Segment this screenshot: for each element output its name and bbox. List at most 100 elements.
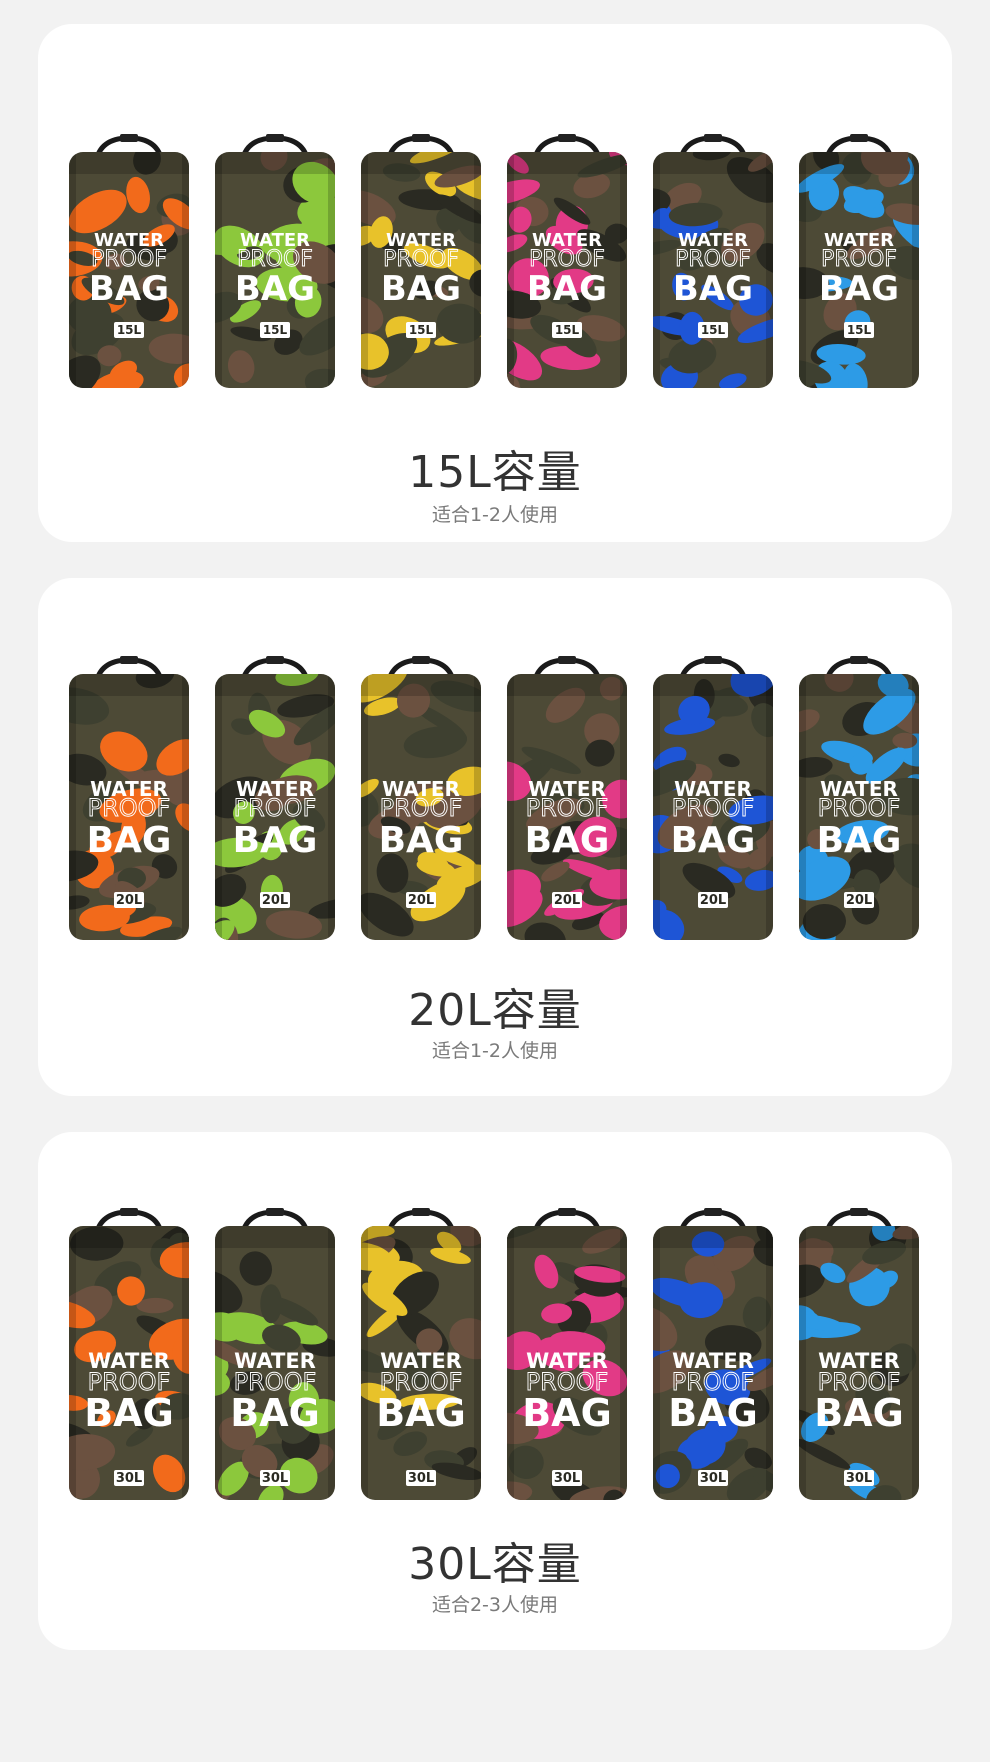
dry-bag-yellow: WATER PROOF BAG 30L xyxy=(358,1208,484,1508)
bag-text-bag: BAG xyxy=(814,1391,904,1435)
dry-bag-image: WATERPROOFBAG15L xyxy=(69,134,189,388)
buckle-icon xyxy=(266,134,284,142)
bag-size-label: 30L xyxy=(408,1471,434,1486)
bag-text-bag: BAG xyxy=(235,269,315,309)
bag-text-bag: BAG xyxy=(527,269,607,309)
capacity-card-15l: WATER PROOF BAG 15L WATER PROOF BAG 15L WATER PRO… xyxy=(38,24,952,542)
dry-bag-orange: WATER PROOF BAG 30L xyxy=(66,1208,192,1508)
bag-text-bag: BAG xyxy=(87,820,172,861)
buckle-icon xyxy=(120,656,138,664)
dry-bag-image: WATERPROOFBAG15L xyxy=(653,134,773,388)
buckle-icon xyxy=(704,656,722,664)
dry-bag-image: WATERPROOFBAG20L xyxy=(215,656,335,940)
dry-bag-image: WATERPROOFBAG20L xyxy=(799,656,919,940)
dry-bag-image: WATERPROOFBAG30L xyxy=(799,1208,919,1500)
capacity-card-30l: WATER PROOF BAG 30L WATER PROOF BAG 30L WATER PRO… xyxy=(38,1132,952,1650)
bag-text-bag: BAG xyxy=(381,269,461,309)
bag-size-label: 15L xyxy=(117,323,142,337)
bag-text-bag: BAG xyxy=(233,820,318,861)
dry-bag-image: WATERPROOFBAG15L xyxy=(215,134,335,388)
dry-bag-image: WATERPROOFBAG20L xyxy=(69,656,189,940)
bag-size-label: 20L xyxy=(408,893,434,908)
dry-bag-image: WATERPROOFBAG15L xyxy=(361,134,481,388)
dry-bag-image: WATERPROOFBAG15L xyxy=(507,134,627,388)
buckle-icon xyxy=(412,134,430,142)
capacity-subtitle: 适合1-2人使用 xyxy=(431,504,559,526)
bag-text-proof: PROOF xyxy=(672,794,755,822)
bag-size-label: 30L xyxy=(116,1471,142,1486)
capacity-title: 15L容量 xyxy=(408,447,582,498)
buckle-icon xyxy=(850,656,868,664)
bag-text-proof: PROOF xyxy=(234,794,317,822)
bag-size-label: 15L xyxy=(555,323,580,337)
dry-bag-green: WATER PROOF BAG 20L xyxy=(212,656,338,948)
capacity-subtitle: 适合2-3人使用 xyxy=(431,1594,559,1616)
bag-row: WATER PROOF BAG 30L WATER PROOF BAG 30L WATER PRO… xyxy=(66,1132,924,1512)
bag-size-label: 15L xyxy=(701,323,726,337)
bag-text-bag: BAG xyxy=(376,1391,466,1435)
bag-text-bag: BAG xyxy=(819,269,899,309)
dry-bag-orange: WATER PROOF BAG 15L xyxy=(66,134,192,396)
bag-text-bag: BAG xyxy=(817,820,902,861)
dry-bag-blue: WATER PROOF BAG 20L xyxy=(650,656,776,948)
buckle-icon xyxy=(704,134,722,142)
bag-text-bag: BAG xyxy=(230,1391,320,1435)
dry-bag-sky-blue: WATER PROOF BAG 15L xyxy=(796,134,922,396)
dry-bag-yellow: WATER PROOF BAG 15L xyxy=(358,134,484,396)
dry-bag-image: WATERPROOFBAG30L xyxy=(653,1208,773,1500)
dry-bag-pink: WATER PROOF BAG 30L xyxy=(504,1208,630,1508)
bag-size-label: 20L xyxy=(554,893,580,908)
buckle-icon xyxy=(412,1208,430,1216)
bag-text-proof: PROOF xyxy=(526,794,609,822)
dry-bag-blue: WATER PROOF BAG 30L xyxy=(650,1208,776,1508)
dry-bag-image: WATERPROOFBAG15L xyxy=(799,134,919,388)
buckle-icon xyxy=(558,1208,576,1216)
dry-bag-green: WATER PROOF BAG 15L xyxy=(212,134,338,396)
bag-size-label: 30L xyxy=(846,1471,872,1486)
bag-text-proof: PROOF xyxy=(818,794,901,822)
bag-text-bag: BAG xyxy=(522,1391,612,1435)
dry-bag-image: WATERPROOFBAG30L xyxy=(361,1208,481,1500)
dry-bag-pink: WATER PROOF BAG 15L xyxy=(504,134,630,396)
dry-bag-orange: WATER PROOF BAG 20L xyxy=(66,656,192,948)
bag-text-bag: BAG xyxy=(668,1391,758,1435)
dry-bag-sky-blue: WATER PROOF BAG 30L xyxy=(796,1208,922,1508)
buckle-icon xyxy=(558,134,576,142)
bag-text-bag: BAG xyxy=(84,1391,174,1435)
dry-bag-sky-blue: WATER PROOF BAG 20L xyxy=(796,656,922,948)
buckle-icon xyxy=(704,1208,722,1216)
dry-bag-image: WATERPROOFBAG20L xyxy=(507,656,627,940)
bag-text-proof: PROOF xyxy=(380,794,463,822)
bag-text-bag: BAG xyxy=(671,820,756,861)
dry-bag-yellow: WATER PROOF BAG 20L xyxy=(358,656,484,948)
bag-size-label: 20L xyxy=(846,893,872,908)
bag-text-bag: BAG xyxy=(89,269,169,309)
capacity-title: 20L容量 xyxy=(408,985,582,1036)
bag-size-label: 15L xyxy=(847,323,872,337)
dry-bag-pink: WATER PROOF BAG 20L xyxy=(504,656,630,948)
dry-bag-green: WATER PROOF BAG 30L xyxy=(212,1208,338,1508)
buckle-icon xyxy=(120,1208,138,1216)
buckle-icon xyxy=(412,656,430,664)
buckle-icon xyxy=(120,134,138,142)
bag-size-label: 20L xyxy=(700,893,726,908)
bag-size-label: 15L xyxy=(263,323,288,337)
buckle-icon xyxy=(266,656,284,664)
dry-bag-blue: WATER PROOF BAG 15L xyxy=(650,134,776,396)
bag-row: WATER PROOF BAG 15L WATER PROOF BAG 15L WATER PRO… xyxy=(66,24,924,404)
capacity-card-20l: WATER PROOF BAG 20L WATER PROOF BAG 20L WATER PRO… xyxy=(38,578,952,1096)
bag-row: WATER PROOF BAG 20L WATER PROOF BAG 20L WATER PRO… xyxy=(66,578,924,958)
dry-bag-image: WATERPROOFBAG30L xyxy=(507,1208,627,1500)
dry-bag-image: WATERPROOFBAG30L xyxy=(69,1208,189,1500)
bag-size-label: 15L xyxy=(409,323,434,337)
capacity-subtitle: 适合1-2人使用 xyxy=(431,1040,559,1062)
dry-bag-image: WATERPROOFBAG20L xyxy=(653,656,773,940)
buckle-icon xyxy=(850,1208,868,1216)
buckle-icon xyxy=(850,134,868,142)
bag-text-bag: BAG xyxy=(673,269,753,309)
bag-text-bag: BAG xyxy=(379,820,464,861)
buckle-icon xyxy=(558,656,576,664)
dry-bag-image: WATERPROOFBAG30L xyxy=(215,1208,335,1500)
dry-bag-image: WATERPROOFBAG20L xyxy=(361,656,481,940)
bag-size-label: 30L xyxy=(262,1471,288,1486)
